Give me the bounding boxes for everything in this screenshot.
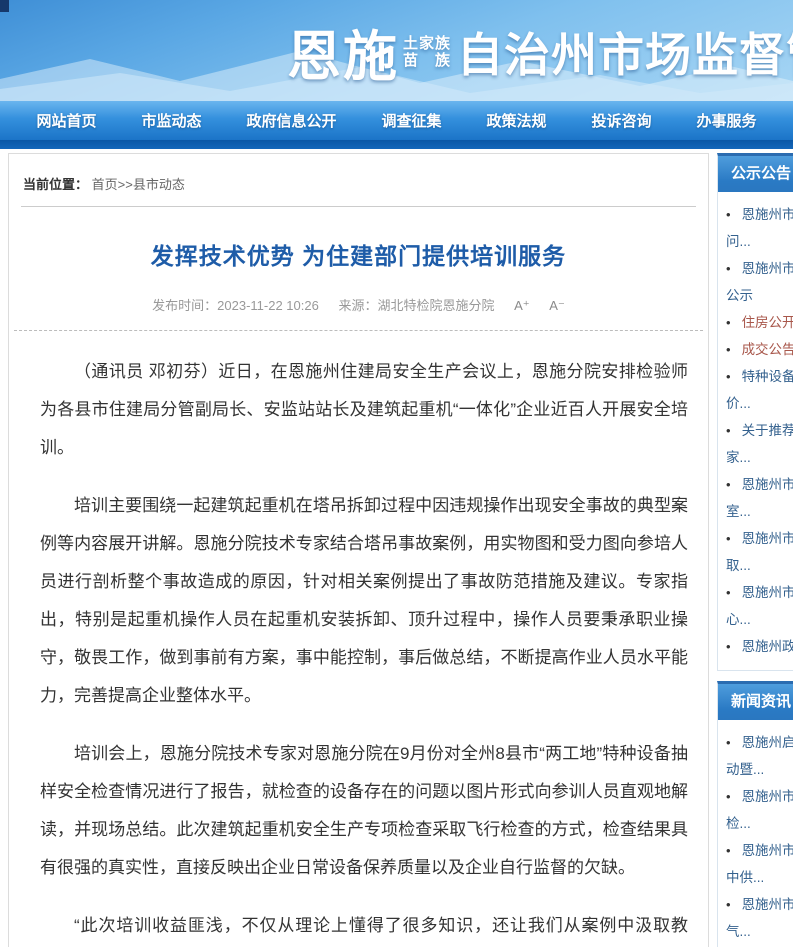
- nav-item-home[interactable]: 网站首页: [36, 110, 96, 131]
- main-nav: 网站首页 市监动态 政府信息公开 调查征集 政策法规 投诉咨询 办事服务: [0, 101, 793, 140]
- font-increase-button[interactable]: A⁺: [514, 298, 530, 313]
- notices-panel-title: 公示公告: [718, 156, 793, 192]
- news-panel-title: 新闻资讯: [718, 684, 793, 720]
- article-body: （通讯员 邓初芬）近日，在恩施州住建局安全生产会议上，恩施分院安排检验师为各县市…: [9, 331, 708, 947]
- article-paragraph: 培训会上，恩施分院技术专家对恩施分院在9月份对全州8县市“两工地”特种设备抽样安…: [40, 735, 688, 887]
- site-banner: 恩施 土家族 苗 族 自治州市场监督管理局: [0, 0, 793, 101]
- font-decrease-button[interactable]: A⁻: [549, 298, 565, 313]
- article-paragraph: “此次培训收益匪浅，不仅从理论上懂得了很多知识，还让我们从案例中汲取教训，规避安…: [40, 907, 688, 947]
- list-item[interactable]: 住房公开: [726, 309, 793, 336]
- article-source: 来源：湖北特检院恩施分院: [338, 298, 494, 313]
- site-title-main: 恩施: [287, 12, 399, 91]
- breadcrumb-path[interactable]: 首页>>县市动态: [92, 177, 185, 192]
- list-item[interactable]: 恩施州市 检...: [726, 783, 793, 837]
- site-title-ethnic: 土家族 苗 族: [403, 35, 451, 69]
- list-item[interactable]: 关于推荐 家...: [726, 417, 793, 471]
- nav-item-complaint[interactable]: 投诉咨询: [591, 110, 651, 131]
- list-item[interactable]: 恩施州市 取...: [726, 525, 793, 579]
- list-item[interactable]: 恩施州启 动暨...: [726, 729, 793, 783]
- sidebar: 公示公告 恩施州市 问... 恩施州市 公示 住房公开 成交公告 特种设备: [717, 153, 793, 947]
- corner-mark: [0, 0, 9, 12]
- nav-item-policy[interactable]: 政策法规: [486, 110, 546, 131]
- list-item[interactable]: 恩施州政: [726, 633, 793, 660]
- breadcrumb: 当前位置： 首页>>县市动态: [9, 154, 708, 206]
- page: 恩施 土家族 苗 族 自治州市场监督管理局 网站首页 市监动态 政府信息公开 调…: [0, 0, 793, 947]
- list-item[interactable]: 特种设备 价...: [726, 363, 793, 417]
- article-container: 当前位置： 首页>>县市动态 发挥技术优势 为住建部门提供培训服务 发布时间：2…: [8, 153, 709, 947]
- breadcrumb-divider: [21, 206, 696, 207]
- article-title: 发挥技术优势 为住建部门提供培训服务: [9, 237, 708, 271]
- breadcrumb-label: 当前位置：: [23, 177, 88, 192]
- site-title-rest: 自治州市场监督管理局: [457, 19, 793, 85]
- nav-item-services[interactable]: 办事服务: [696, 110, 756, 131]
- list-item[interactable]: 成交公告: [726, 336, 793, 363]
- list-item[interactable]: 恩施州市 心...: [726, 579, 793, 633]
- nav-item-dynamics[interactable]: 市监动态: [141, 110, 201, 131]
- list-item[interactable]: 恩施州市 室...: [726, 471, 793, 525]
- nav-item-survey[interactable]: 调查征集: [381, 110, 441, 131]
- news-list: 恩施州启 动暨... 恩施州市 检... 恩施州市 中供... 恩施州市 气..…: [718, 720, 793, 947]
- list-item[interactable]: 恩施州市 气...: [726, 891, 793, 945]
- article-paragraph: 培训主要围绕一起建筑起重机在塔吊拆卸过程中因违规操作出现安全事故的典型案例等内容…: [40, 487, 688, 715]
- site-title: 恩施 土家族 苗 族 自治州市场监督管理局: [287, 12, 793, 91]
- list-item[interactable]: 恩施州市 问...: [726, 201, 793, 255]
- nav-bottom-strip: [0, 140, 793, 149]
- list-item[interactable]: 恩施州市 公示: [726, 255, 793, 309]
- article-paragraph: （通讯员 邓初芬）近日，在恩施州住建局安全生产会议上，恩施分院安排检验师为各县市…: [40, 353, 688, 467]
- notices-list: 恩施州市 问... 恩施州市 公示 住房公开 成交公告 特种设备 价...: [718, 192, 793, 670]
- list-item[interactable]: 恩施州市 中供...: [726, 837, 793, 891]
- notices-panel: 公示公告 恩施州市 问... 恩施州市 公示 住房公开 成交公告 特种设备: [717, 153, 793, 671]
- publish-time: 发布时间：2023-11-22 10:26: [152, 298, 319, 313]
- article-meta: 发布时间：2023-11-22 10:26 来源：湖北特检院恩施分院 A⁺ A⁻: [9, 295, 708, 314]
- nav-item-info-disclosure[interactable]: 政府信息公开: [246, 110, 336, 131]
- news-panel: 新闻资讯 恩施州启 动暨... 恩施州市 检... 恩施州市 中供... 恩施州…: [717, 681, 793, 947]
